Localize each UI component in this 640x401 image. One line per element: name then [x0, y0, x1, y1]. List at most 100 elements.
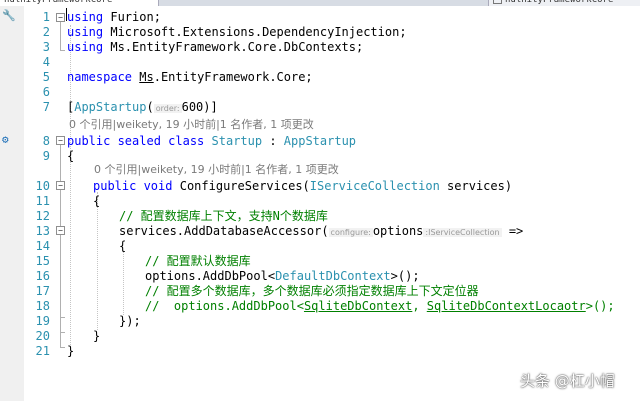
keyword: public void [93, 179, 173, 193]
code-line-11: { [93, 194, 101, 208]
code-line-14: { [119, 239, 127, 253]
code-line-12-comment: // 配置数据库上下文，支持N个数据库 [119, 209, 328, 223]
tab-other-label: nulnityFrameworkCore [505, 0, 614, 5]
line-number: 12 [35, 209, 50, 223]
keyword: namespace [67, 70, 133, 84]
line-number: 5 [42, 70, 50, 84]
outline-end [60, 332, 65, 333]
collapse-toggle-method[interactable]: − [56, 181, 65, 190]
line-number-gutter: 1 2 3 4 5 6 7 8 9 10 11 12 13 14 15 16 1… [24, 6, 50, 401]
code-text: )] [203, 100, 218, 114]
method-name: AddDbPool [202, 269, 268, 283]
watermark: 头条 @杠小帽 [520, 372, 615, 390]
code-line-10: public void ConfigureServices(IServiceCo… [93, 179, 512, 194]
code-text: : [262, 134, 284, 148]
line-number: 17 [35, 284, 50, 298]
wrench-icon[interactable]: 🔧 [2, 9, 16, 23]
code-line-7: [AppStartup(order: 600)] [67, 100, 218, 116]
code-line-3: using Ms.EntityFramework.Core.DbContexts… [67, 40, 363, 55]
tab-active-label: nulnityFrameworkCore [4, 0, 113, 5]
code-text: ( [321, 224, 329, 238]
outline-end [60, 50, 65, 51]
code-text: options. [145, 269, 203, 283]
code-line-21: } [67, 344, 75, 358]
comment-text: , [412, 299, 427, 313]
comment-text: >(); [585, 299, 615, 313]
line-number: 9 [42, 149, 50, 163]
code-text: 600 [181, 100, 204, 114]
outline-line [60, 22, 61, 50]
keyword: public sealed class [67, 134, 205, 148]
code-text: .EntityFramework.Core; [153, 70, 313, 84]
code-line-16: options.AddDbPool<DefaultDbContext>(); [145, 269, 420, 284]
parameter-inline-hint: order: [153, 104, 182, 113]
method-name: AddDatabaseAccessor [184, 224, 322, 238]
line-number: 8 [42, 134, 50, 148]
code-line-19: }); [119, 314, 141, 328]
keyword: using [67, 40, 104, 54]
line-number: 7 [42, 100, 50, 114]
code-line-18-comment: // options.AddDbPool<SqliteDbContext, Sq… [145, 299, 615, 314]
line-number: 14 [35, 239, 50, 253]
code-line-5: namespace Ms.EntityFramework.Core; [67, 70, 313, 85]
class-name: DefaultDbContext [275, 269, 391, 283]
text-caret [66, 8, 67, 21]
line-number: 1 [42, 10, 50, 24]
code-editor[interactable]: using Furion; using Microsoft.Extensions… [67, 6, 640, 401]
outlining-margin: − − − − [55, 6, 67, 401]
line-number: 19 [35, 314, 50, 328]
line-number: 21 [35, 344, 50, 358]
glyph-margin[interactable]: 🔧 ⚙ [0, 6, 24, 401]
indent-guide [123, 252, 124, 315]
line-number: 15 [35, 254, 50, 268]
code-line-2: using Microsoft.Extensions.DependencyInj… [67, 25, 407, 40]
gear-icon[interactable]: ⚙ [2, 133, 9, 147]
line-number: 2 [42, 25, 50, 39]
code-text: < [267, 269, 276, 283]
code-text: services) [439, 179, 513, 193]
type-inline-hint: :IServiceCollection [423, 228, 502, 237]
attribute-name: AppStartup [74, 100, 147, 114]
line-number: 18 [35, 299, 50, 313]
method-name: ConfigureServices [179, 179, 303, 193]
line-number: 3 [42, 40, 50, 54]
class-name: AppStartup [283, 134, 357, 148]
line-number: 10 [35, 179, 50, 193]
line-number: 16 [35, 269, 50, 283]
outline-end [60, 347, 65, 348]
collapse-toggle-class[interactable]: − [56, 136, 65, 145]
comment-text: SqliteDbContext [303, 299, 413, 313]
interface-name: IServiceCollection [309, 179, 440, 193]
comment-text: SqliteDbContextLocaotr [426, 299, 586, 313]
code-line-15-comment: // 配置默认数据库 [145, 254, 251, 268]
outline-end [60, 317, 65, 318]
codelens-method[interactable]: 0 个引用|weikety, 19 小时前|1 名作者, 1 项更改 [94, 162, 339, 177]
code-line-8: public sealed class Startup : AppStartup [67, 134, 356, 149]
code-text: ( [146, 100, 154, 114]
code-text: => [501, 224, 524, 238]
code-text: Microsoft.Extensions.DependencyInjection… [103, 25, 407, 39]
codelens-class[interactable]: 0 个引用|weikety, 19 小时前|1 名作者, 1 项更改 [69, 117, 314, 132]
code-line-20: } [93, 329, 101, 343]
comment-text: // options.AddDbPool< [145, 299, 304, 313]
code-text: >(); [390, 269, 420, 283]
code-line-17-comment: // 配置多个数据库，多个数据库必须指定数据库上下文定位器 [145, 284, 479, 298]
keyword: using [67, 10, 104, 24]
line-number: 20 [35, 329, 50, 343]
line-number: 4 [42, 55, 50, 69]
line-number: 13 [35, 224, 50, 238]
file-icon [493, 0, 502, 4]
line-number: 6 [42, 85, 50, 99]
code-line-13: services.AddDatabaseAccessor(configure: o… [119, 224, 523, 240]
indent-guide [97, 192, 98, 330]
namespace-name: Ms [139, 70, 154, 84]
keyword: using [67, 25, 104, 39]
class-name: Startup [211, 134, 263, 148]
code-text: services. [119, 224, 185, 238]
collapse-toggle-usings[interactable]: − [56, 13, 65, 22]
code-line-9: { [67, 149, 75, 163]
code-text: Ms.EntityFramework.Core.DbContexts; [103, 40, 364, 54]
line-number: 11 [35, 194, 50, 208]
code-text: Furion; [103, 10, 161, 24]
collapse-toggle-lambda[interactable]: − [56, 226, 65, 235]
